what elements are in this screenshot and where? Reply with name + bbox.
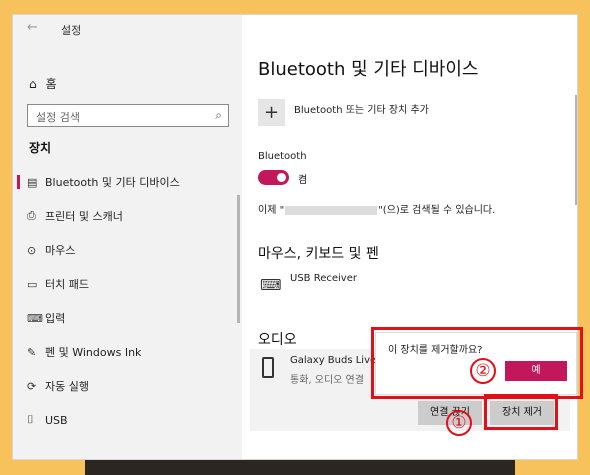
plus-icon: + [263,102,280,123]
bluetooth-devices-icon: ▤ [27,175,38,189]
page-title: Bluetooth 및 기타 디바이스 [258,59,479,80]
sidebar-item-input[interactable]: ⌨ 입력 [13,301,242,335]
background-desk [85,458,515,475]
usb-icon: ⌷ [27,413,34,426]
keyboard-device-icon: ⌨ [260,276,282,294]
sidebar-item-label: USB [45,413,68,427]
sidebar-item-label: 입력 [45,312,66,325]
audio-section-title: 오디오 [258,332,297,348]
blurred-device-name [285,205,378,215]
sidebar-scrollbar[interactable] [237,195,240,323]
annotation-step-2: ② [470,358,496,384]
device-status: 통화, 오디오 연결 [290,375,364,386]
input-section-title: 마우스, 키보드 및 펜 [258,246,379,262]
sidebar-item-label: 터치 패드 [45,278,89,291]
sidebar-item-label: Bluetooth 및 기타 디바이스 [45,176,180,189]
search-placeholder: 설정 검색 [36,111,80,124]
sidebar-item-label: 마우스 [45,244,76,257]
sidebar-item-label: 펜 및 Windows Ink [45,346,142,359]
sidebar-item-usb[interactable]: ⌷ USB [13,403,242,437]
discoverable-suffix: "(으)로 검색될 수 있습니다. [378,205,496,216]
pen-icon: ✎ [27,345,37,359]
touchpad-icon: ▭ [27,277,38,291]
home-icon: ⌂ [29,76,37,91]
printer-icon: ⎙ [27,209,36,222]
add-device-button[interactable]: + [258,99,285,126]
bluetooth-toggle[interactable] [258,170,289,185]
mouse-icon: ⊙ [27,243,37,257]
back-arrow-icon[interactable]: ← [27,20,38,35]
section-title: 장치 [29,141,52,155]
search-input[interactable]: 설정 검색 ⌕ [27,104,229,127]
autoplay-icon: ⟳ [27,379,37,393]
sidebar-item-touchpad[interactable]: ▭ 터치 패드 [13,267,242,301]
sidebar-nav: ▤ Bluetooth 및 기타 디바이스 ⎙ 프린터 및 스캐너 ⊙ 마우스 … [13,165,242,437]
sidebar-item-label: 프린터 및 스캐너 [45,210,123,223]
discoverable-prefix: 이제 " [258,205,285,216]
add-device-label[interactable]: Bluetooth 또는 기타 장치 추가 [294,101,429,116]
annotation-step-1: ① [446,410,472,436]
sidebar-item-bluetooth[interactable]: ▤ Bluetooth 및 기타 디바이스 [13,165,242,199]
main-scrollbar[interactable] [575,95,577,205]
sidebar: ⌂ 홈 설정 검색 ⌕ 장치 ▤ Bluetooth 및 기타 디바이스 ⎙ 프… [13,43,242,459]
home-label: 홈 [45,77,57,91]
bluetooth-label: Bluetooth [258,151,307,162]
usb-receiver-label[interactable]: USB Receiver [290,273,357,284]
search-icon[interactable]: ⌕ [215,108,222,123]
window-title: 설정 [61,24,82,37]
home-link[interactable]: ⌂ 홈 [29,75,57,92]
phone-device-icon [262,357,274,378]
sidebar-item-pen[interactable]: ✎ 펜 및 Windows Ink [13,335,242,369]
annotation-box-remove [484,394,558,430]
sidebar-item-label: 자동 실행 [45,380,89,393]
sidebar-item-printers[interactable]: ⎙ 프린터 및 스캐너 [13,199,242,233]
device-name: Galaxy Buds Live [290,355,377,366]
sidebar-item-mouse[interactable]: ⊙ 마우스 [13,233,242,267]
keyboard-icon: ⌨ [27,311,43,325]
sidebar-item-autoplay[interactable]: ⟳ 자동 실행 [13,369,242,403]
discoverable-text: 이제 " "(으)로 검색될 수 있습니다. [258,201,495,216]
toggle-state-label: 켬 [298,175,308,186]
